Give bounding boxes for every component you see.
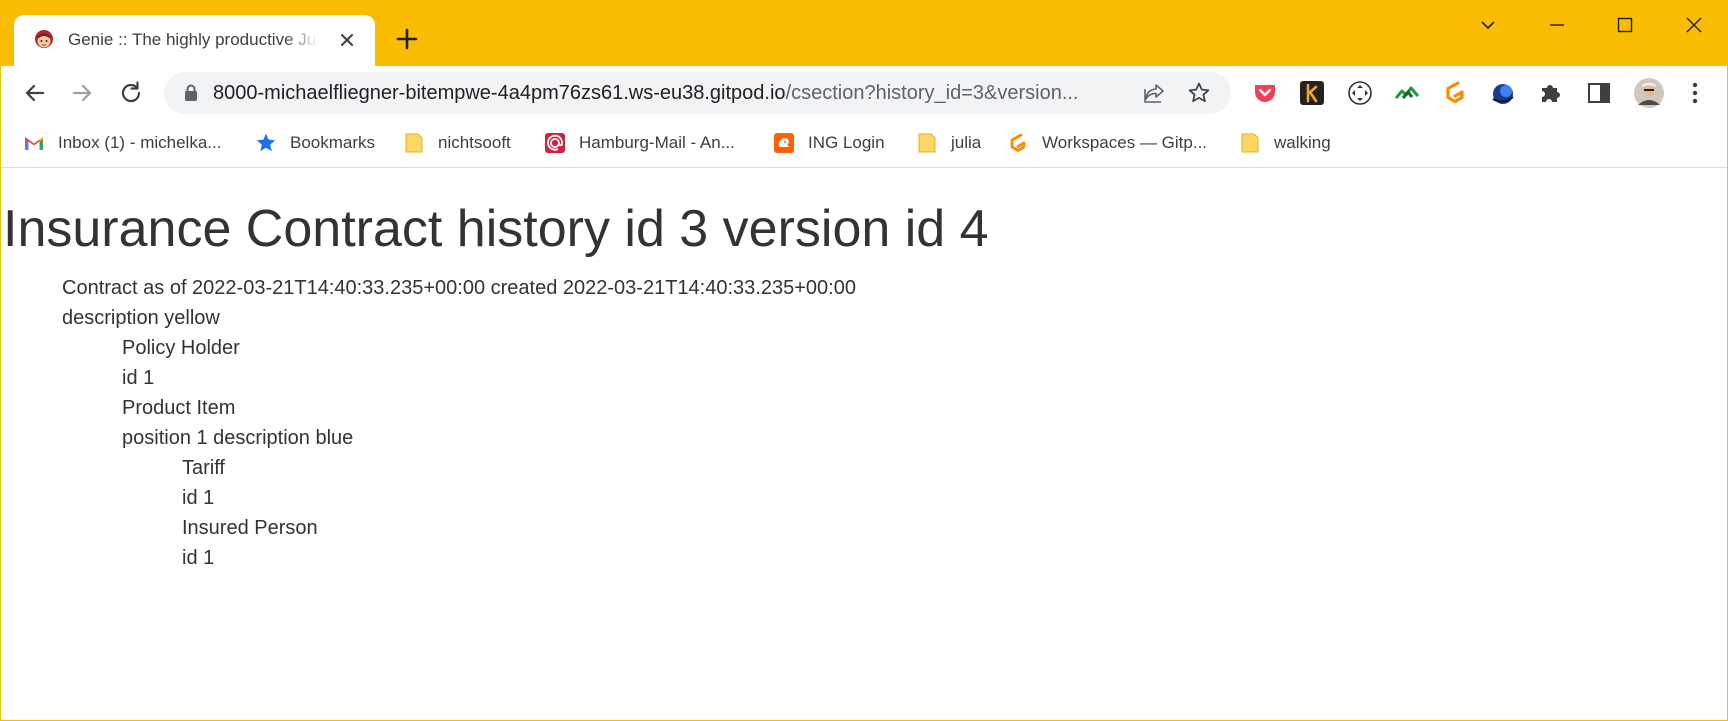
back-arrow-icon[interactable]: [21, 79, 49, 107]
bookmark-hamburg-mail[interactable]: Hamburg-Mail - An...: [544, 130, 735, 156]
share-icon[interactable]: [1142, 81, 1166, 105]
insured-person-id: id 1: [182, 547, 215, 569]
insured-person-heading: Insured Person: [182, 517, 318, 539]
bookmark-inbox[interactable]: Inbox (1) - michelka...: [23, 130, 221, 156]
close-tab-icon[interactable]: [336, 29, 358, 51]
gitpod-extension-icon[interactable]: [1441, 79, 1469, 107]
bookmark-label: ING Login: [808, 133, 885, 152]
chrome-menu-icon[interactable]: [1681, 79, 1709, 107]
policy-holder-heading: Policy Holder: [122, 337, 240, 359]
product-item-heading: Product Item: [122, 397, 236, 419]
bookmark-label: nichtsooft: [438, 133, 511, 152]
green-tick-extension-icon[interactable]: [1393, 79, 1421, 107]
product-item-description: position 1 description blue: [122, 427, 354, 449]
gitpod-icon: [1010, 133, 1026, 152]
folder-icon: [918, 133, 936, 153]
browser-toolbar: 8000-michaelfliegner-bitempwe-4a4pm76zs6…: [1, 66, 1727, 120]
tab-title-fade: [284, 25, 318, 55]
page-title: Insurance Contract history id 3 version …: [3, 200, 989, 258]
genie-favicon-icon: [35, 30, 53, 48]
bookmarks-bar: Inbox (1) - michelka... Bookmarks nichts…: [1, 120, 1727, 168]
bookmark-ing-login[interactable]: ING Login: [773, 130, 885, 156]
bookmark-label: Workspaces — Gitp...: [1042, 133, 1208, 152]
bookmark-label: Hamburg-Mail - An...: [579, 133, 735, 152]
k-extension-icon[interactable]: [1298, 79, 1326, 107]
extensions-puzzle-icon[interactable]: [1537, 79, 1565, 107]
page-content: Insurance Contract history id 3 version …: [1, 169, 1727, 720]
ing-lion-icon: [774, 133, 794, 153]
tab-search-chevron-icon[interactable]: [1475, 13, 1501, 37]
mail-at-icon: [545, 133, 565, 153]
star-icon: [256, 133, 276, 152]
browser-tab-active[interactable]: Genie :: The highly productive Julia web…: [14, 15, 375, 66]
bookmark-gitpod-workspaces[interactable]: Workspaces — Gitp...: [1007, 130, 1207, 156]
url-host: 8000-michaelfliegner-bitempwe-4a4pm76zs6…: [213, 82, 786, 104]
tab-strip: Genie :: The highly productive Julia web…: [1, 1, 1727, 66]
url-path: /csection?history_id=3&version...: [785, 82, 1079, 104]
tariff-heading: Tariff: [182, 457, 225, 479]
pocket-extension-icon[interactable]: [1251, 79, 1279, 107]
minimize-icon[interactable]: [1544, 13, 1570, 37]
profile-avatar[interactable]: [1633, 77, 1665, 109]
folder-icon: [405, 133, 423, 153]
bookmark-label: Inbox (1) - michelka...: [58, 133, 222, 152]
close-window-icon[interactable]: [1681, 13, 1707, 37]
move-arrows-extension-icon[interactable]: [1346, 79, 1374, 107]
maximize-icon[interactable]: [1612, 13, 1638, 37]
blue-blob-extension-icon[interactable]: [1489, 79, 1517, 107]
side-panel-icon[interactable]: [1585, 79, 1613, 107]
bookmark-label: walking: [1274, 133, 1331, 152]
bookmark-julia[interactable]: julia: [916, 130, 981, 156]
bookmark-walking[interactable]: walking: [1239, 130, 1331, 156]
bookmark-label: julia: [951, 133, 982, 152]
lock-icon[interactable]: [184, 84, 198, 102]
gmail-icon: [25, 137, 43, 150]
contract-description-line: description yellow: [62, 307, 220, 329]
bookmark-star-icon[interactable]: [1187, 81, 1211, 105]
bookmark-bookmarks[interactable]: Bookmarks: [255, 130, 375, 156]
bookmark-label: Bookmarks: [290, 133, 376, 152]
browser-window: Genie :: The highly productive Julia web…: [0, 0, 1728, 721]
tariff-id: id 1: [182, 487, 215, 509]
policy-holder-id: id 1: [122, 367, 155, 389]
new-tab-plus-icon[interactable]: [394, 26, 420, 52]
forward-arrow-icon[interactable]: [68, 79, 96, 107]
address-bar[interactable]: 8000-michaelfliegner-bitempwe-4a4pm76zs6…: [164, 72, 1231, 114]
url-text[interactable]: 8000-michaelfliegner-bitempwe-4a4pm76zs6…: [213, 82, 1133, 105]
reload-icon[interactable]: [117, 79, 145, 107]
bookmark-nichtsooft[interactable]: nichtsooft: [403, 130, 511, 156]
folder-icon: [1241, 133, 1259, 153]
contract-as-of-line: Contract as of 2022-03-21T14:40:33.235+0…: [62, 277, 856, 299]
tab-title: Genie :: The highly productive Julia web…: [68, 30, 318, 49]
